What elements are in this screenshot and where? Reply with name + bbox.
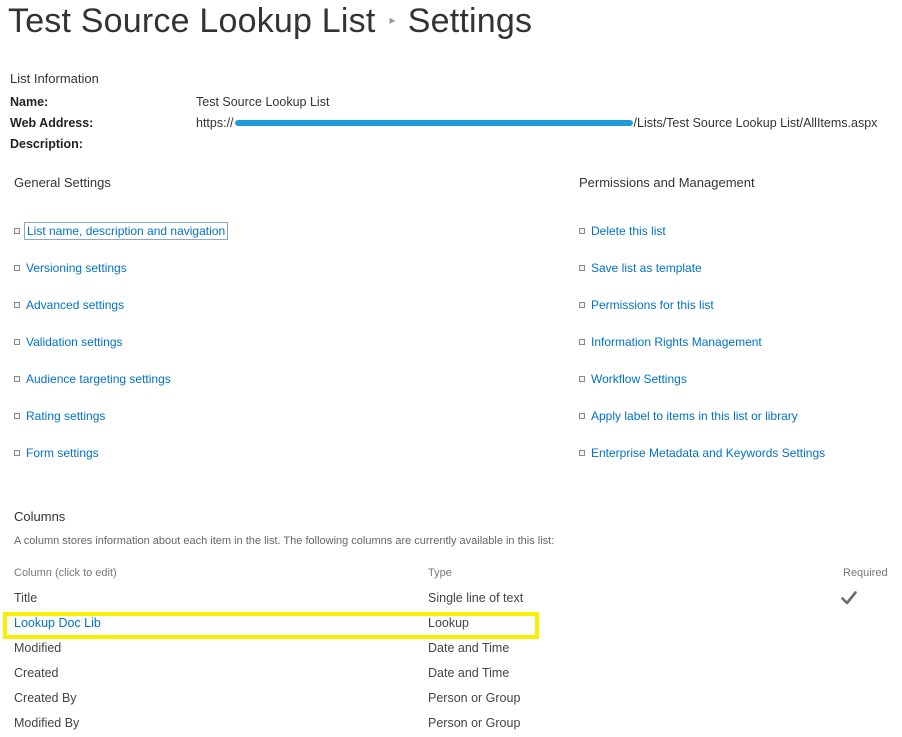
square-bullet-icon [14,413,20,419]
general-settings-link-label[interactable]: Advanced settings [26,298,124,312]
column-name-link[interactable]: Title [14,591,37,605]
page-title: Test Source Lookup List ▸ Settings [8,2,532,41]
column-header-required: Required [843,567,888,579]
name-label: Name: [10,95,49,109]
name-value: Test Source Lookup List [196,95,330,109]
web-address-value: https:// /Lists/Test Source Lookup List/A… [196,116,877,130]
permissions-link-label[interactable]: Permissions for this list [591,298,714,312]
permissions-link-3[interactable]: Information Rights Management [579,335,762,349]
web-address-label: Web Address: [10,116,94,130]
square-bullet-icon [579,302,585,308]
column-type: Person or Group [428,716,521,730]
square-bullet-icon [14,450,20,456]
permissions-link-label[interactable]: Workflow Settings [591,372,687,386]
column-type: Date and Time [428,641,510,655]
square-bullet-icon [579,450,585,456]
column-name-link[interactable]: Modified By [14,716,79,730]
highlight-box [3,612,539,639]
breadcrumb-separator-icon: ▸ [389,13,396,28]
square-bullet-icon [579,265,585,271]
column-header-name: Column (click to edit) [14,567,117,579]
general-settings-link-5[interactable]: Rating settings [14,409,105,423]
general-settings-link-1[interactable]: Versioning settings [14,261,127,275]
column-type: Single line of text [428,591,524,605]
checkmark-icon [841,591,857,610]
column-name-link[interactable]: Created By [14,691,77,705]
permissions-link-6[interactable]: Enterprise Metadata and Keywords Setting… [579,446,825,460]
settings-title: Settings [407,2,533,40]
columns-description: A column stores information about each i… [14,535,555,547]
web-address-suffix: /Lists/Test Source Lookup List/AllItems.… [633,116,878,130]
permissions-link-2[interactable]: Permissions for this list [579,298,714,312]
general-settings-link-4[interactable]: Audience targeting settings [14,372,171,386]
square-bullet-icon [579,339,585,345]
column-header-type: Type [428,567,452,579]
permissions-link-label[interactable]: Information Rights Management [591,335,762,349]
square-bullet-icon [14,228,20,234]
general-settings-link-label[interactable]: Audience targeting settings [26,372,171,386]
permissions-heading: Permissions and Management [579,175,755,190]
list-information-heading: List Information [10,71,99,86]
general-settings-link-6[interactable]: Form settings [14,446,99,460]
permissions-link-label[interactable]: Save list as template [591,261,702,275]
columns-heading: Columns [14,509,66,524]
general-settings-link-label[interactable]: Rating settings [26,409,105,423]
general-settings-link-label[interactable]: List name, description and navigation [23,222,229,240]
column-name-link[interactable]: Modified [14,641,61,655]
general-settings-link-label[interactable]: Validation settings [26,335,123,349]
web-address-prefix: https:// [196,116,234,130]
general-settings-link-3[interactable]: Validation settings [14,335,123,349]
description-label: Description: [10,137,83,151]
square-bullet-icon [14,339,20,345]
general-settings-link-2[interactable]: Advanced settings [14,298,124,312]
general-settings-link-label[interactable]: Versioning settings [26,261,127,275]
permissions-link-0[interactable]: Delete this list [579,224,666,238]
square-bullet-icon [579,228,585,234]
permissions-link-label[interactable]: Apply label to items in this list or lib… [591,409,798,423]
square-bullet-icon [14,265,20,271]
permissions-link-label[interactable]: Delete this list [591,224,666,238]
list-title-breadcrumb[interactable]: Test Source Lookup List [8,2,375,40]
permissions-link-5[interactable]: Apply label to items in this list or lib… [579,409,798,423]
permissions-link-label[interactable]: Enterprise Metadata and Keywords Setting… [591,446,825,460]
column-name-link[interactable]: Created [14,666,58,680]
column-type: Person or Group [428,691,521,705]
square-bullet-icon [579,413,585,419]
permissions-link-4[interactable]: Workflow Settings [579,372,687,386]
general-settings-heading: General Settings [14,175,111,190]
square-bullet-icon [14,302,20,308]
square-bullet-icon [14,376,20,382]
general-settings-link-0[interactable]: List name, description and navigation [14,222,229,240]
general-settings-link-label[interactable]: Form settings [26,446,99,460]
permissions-link-1[interactable]: Save list as template [579,261,702,275]
redaction-bar [234,119,633,126]
square-bullet-icon [579,376,585,382]
column-type: Date and Time [428,666,510,680]
